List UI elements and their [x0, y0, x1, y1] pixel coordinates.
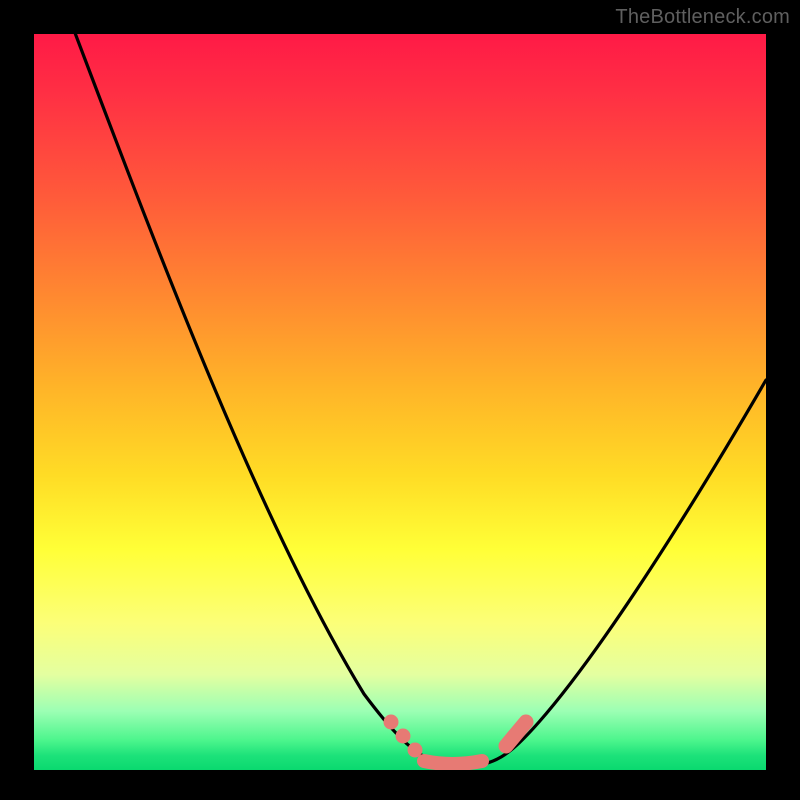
attribution-watermark: TheBottleneck.com — [615, 6, 790, 29]
rainbow-gradient-background — [34, 34, 766, 770]
plot-area — [34, 34, 766, 770]
chart-frame: TheBottleneck.com — [0, 0, 800, 800]
